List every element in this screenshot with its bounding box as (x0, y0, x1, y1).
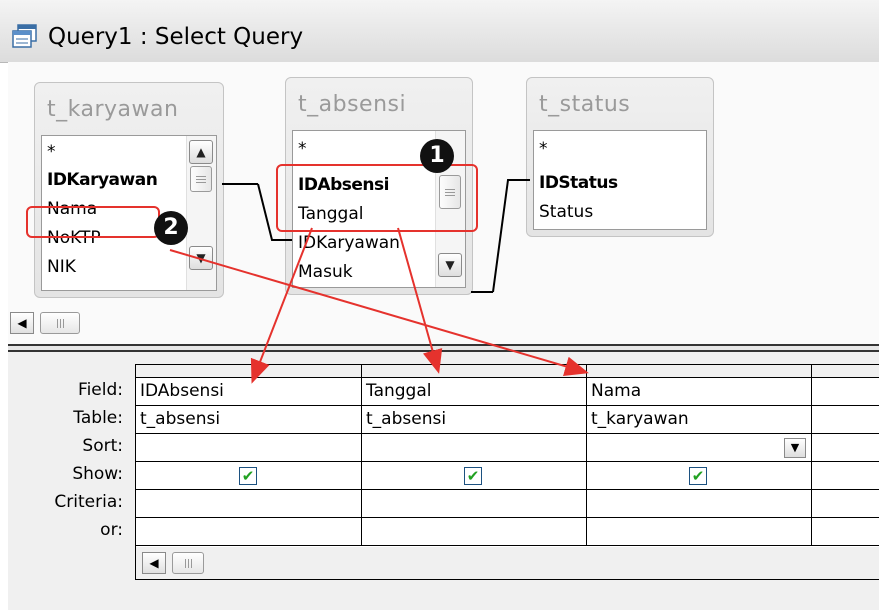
drag-arrow-nama (169, 249, 589, 376)
callout-badge-2: 2 (154, 211, 188, 245)
join-line-absensi-status[interactable] (471, 179, 530, 293)
annotation-overlay (169, 179, 589, 384)
callout-box-nama-field (26, 206, 160, 238)
callout-box-absensi-fields (276, 164, 478, 232)
drag-arrow-tanggal (397, 227, 443, 374)
drag-arrow-idabsensi (250, 227, 313, 384)
callout-badge-1: 1 (420, 139, 454, 173)
